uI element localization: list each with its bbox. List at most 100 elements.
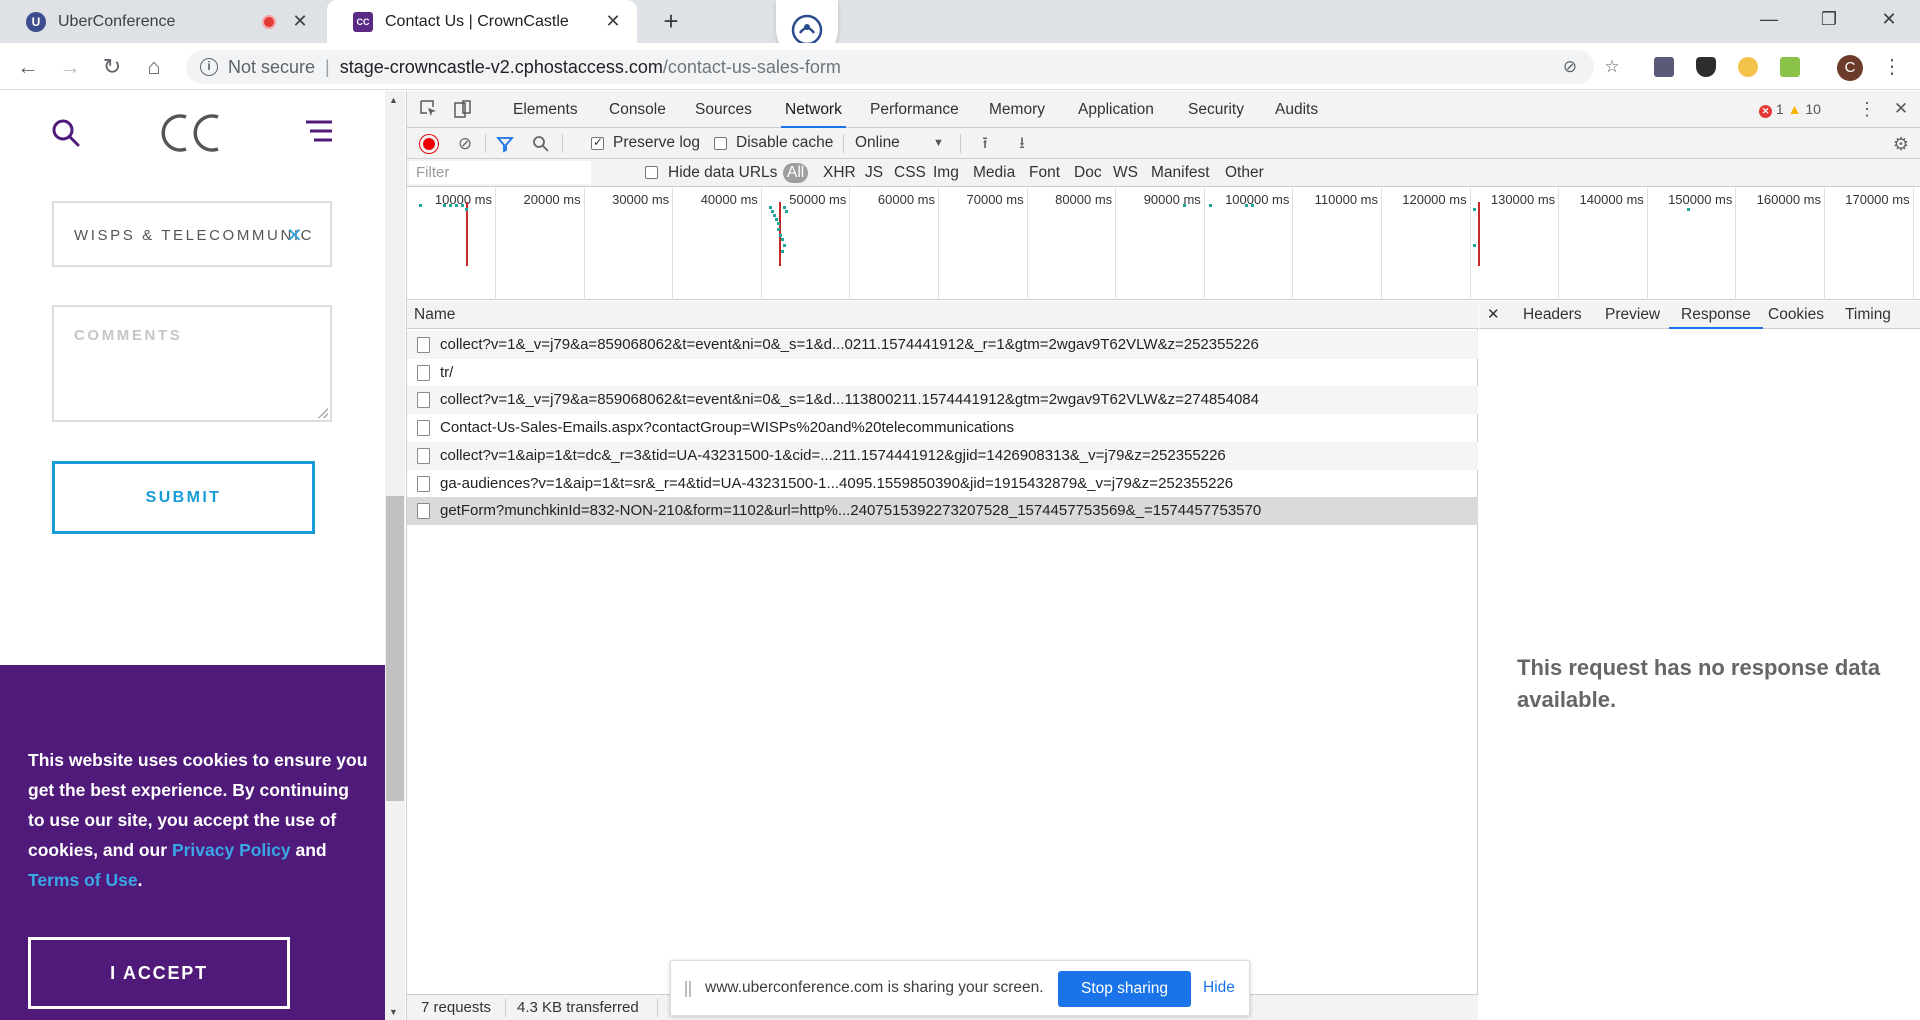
- filter-icon[interactable]: [495, 134, 515, 154]
- contact-group-select[interactable]: WISPS & TELECOMMUNIC ✕: [52, 201, 332, 267]
- tab-headers[interactable]: Headers: [1523, 301, 1582, 329]
- tab-security[interactable]: Security: [1188, 91, 1244, 128]
- record-icon[interactable]: [420, 135, 438, 153]
- accept-cookies-button[interactable]: I ACCEPT: [28, 937, 290, 1009]
- forward-arrow-icon[interactable]: →: [54, 51, 86, 83]
- filter-type-css[interactable]: CSS: [894, 163, 926, 183]
- search-icon[interactable]: [50, 117, 82, 149]
- tab-application[interactable]: Application: [1078, 91, 1154, 128]
- tab-audits[interactable]: Audits: [1275, 91, 1318, 128]
- tab-memory[interactable]: Memory: [989, 91, 1045, 128]
- name-column-header[interactable]: Name: [407, 301, 1478, 329]
- terms-of-use-link[interactable]: Terms of Use: [28, 870, 138, 890]
- disable-cache-checkbox[interactable]: [714, 137, 727, 150]
- info-icon[interactable]: i: [200, 58, 218, 76]
- shield-extension-icon[interactable]: [1696, 57, 1716, 77]
- throttling-select[interactable]: Online: [855, 134, 900, 152]
- filter-type-media[interactable]: Media: [973, 163, 1015, 183]
- filter-type-img[interactable]: Img: [933, 163, 959, 183]
- scroll-up-icon[interactable]: ▲: [389, 95, 398, 105]
- translate-blocked-icon[interactable]: ⊘: [1558, 55, 1582, 79]
- hide-data-urls-checkbox[interactable]: [645, 166, 658, 179]
- hamburger-menu-icon[interactable]: [304, 119, 334, 143]
- request-row[interactable]: collect?v=1&_v=j79&a=859068062&t=event&n…: [407, 386, 1478, 415]
- tab-cookies[interactable]: Cookies: [1768, 301, 1824, 329]
- file-icon: [417, 447, 430, 464]
- tab-uberconference[interactable]: U UberConference ✕: [0, 0, 324, 43]
- console-issue-counter[interactable]: ✕ 1 ▲ 10: [1759, 101, 1821, 118]
- devtools-menu-icon[interactable]: ⋮: [1857, 99, 1877, 119]
- bookmark-star-icon[interactable]: ☆: [1600, 55, 1624, 79]
- filter-type-doc[interactable]: Doc: [1074, 163, 1102, 183]
- minimize-window-icon[interactable]: —: [1746, 4, 1792, 34]
- request-name: collect?v=1&_v=j79&a=859068062&t=event&n…: [440, 391, 1259, 409]
- clear-selection-icon[interactable]: ✕: [286, 223, 303, 248]
- timeline-gridline: [1735, 188, 1737, 300]
- resize-handle-icon[interactable]: [318, 408, 328, 418]
- network-overview-timeline[interactable]: 10000 ms 20000 ms 30000 ms 40000 ms 50000 ms…: [407, 188, 1920, 300]
- filter-input[interactable]: Filter: [409, 161, 591, 184]
- tab-sources[interactable]: Sources: [695, 91, 752, 128]
- tab-contact-us[interactable]: CC Contact Us | CrownCastle ✕: [327, 0, 637, 43]
- close-window-icon[interactable]: ✕: [1866, 4, 1912, 34]
- stop-sharing-button[interactable]: Stop sharing: [1058, 971, 1191, 1007]
- tab-performance[interactable]: Performance: [870, 91, 959, 128]
- request-row[interactable]: getForm?munchkinId=832-NON-210&form=1102…: [407, 497, 1478, 526]
- cast-extension-icon[interactable]: [1780, 57, 1800, 77]
- device-toolbar-icon[interactable]: [453, 99, 473, 119]
- new-tab-button[interactable]: +: [656, 6, 686, 36]
- tab-response[interactable]: Response: [1669, 301, 1763, 329]
- close-tab-icon[interactable]: ✕: [290, 11, 310, 32]
- tab-console[interactable]: Console: [609, 91, 666, 128]
- extension-icon[interactable]: [1654, 57, 1674, 77]
- close-detail-icon[interactable]: ✕: [1487, 301, 1500, 329]
- address-bar[interactable]: i Not secure | stage-crowncastle-v2.cpho…: [186, 50, 1594, 84]
- tab-timing[interactable]: Timing: [1845, 301, 1891, 329]
- preserve-log-checkbox[interactable]: [591, 135, 604, 150]
- export-har-icon[interactable]: ⭳: [1012, 134, 1032, 154]
- search-icon[interactable]: [531, 134, 551, 154]
- profile-avatar[interactable]: C: [1837, 55, 1863, 81]
- home-icon[interactable]: ⌂: [138, 51, 170, 83]
- submit-button[interactable]: SUBMIT: [52, 461, 315, 534]
- filter-type-js[interactable]: JS: [865, 163, 883, 183]
- request-row[interactable]: ga-audiences?v=1&aip=1&t=sr&_r=4&tid=UA-…: [407, 470, 1478, 498]
- tab-preview[interactable]: Preview: [1605, 301, 1660, 329]
- tab-elements[interactable]: Elements: [513, 91, 578, 128]
- timeline-label: 40000 ms: [700, 192, 758, 207]
- close-devtools-icon[interactable]: ✕: [1891, 99, 1911, 119]
- scroll-down-icon[interactable]: ▼: [389, 1007, 398, 1017]
- clear-icon[interactable]: ⊘: [455, 134, 475, 154]
- close-tab-icon[interactable]: ✕: [603, 11, 623, 32]
- filter-type-manifest[interactable]: Manifest: [1151, 163, 1210, 183]
- tab-network[interactable]: Network: [781, 91, 846, 128]
- back-arrow-icon[interactable]: ←: [12, 51, 44, 83]
- browser-menu-icon[interactable]: ⋮: [1880, 53, 1904, 81]
- inspect-element-icon[interactable]: [419, 99, 439, 119]
- import-har-icon[interactable]: ⭱: [975, 134, 995, 154]
- comments-textarea[interactable]: COMMENTS: [52, 305, 332, 422]
- hide-button[interactable]: Hide: [1203, 979, 1235, 997]
- filter-type-font[interactable]: Font: [1029, 163, 1060, 183]
- load-event-marker: [1478, 202, 1480, 266]
- request-row[interactable]: collect?v=1&_v=j79&a=859068062&t=event&n…: [407, 331, 1478, 359]
- reload-icon[interactable]: ↻: [96, 51, 128, 83]
- honey-extension-icon[interactable]: [1738, 57, 1758, 77]
- filter-type-xhr[interactable]: XHR: [823, 163, 856, 183]
- crowncastle-logo[interactable]: [156, 109, 226, 157]
- request-row[interactable]: Contact-Us-Sales-Emails.aspx?contactGrou…: [407, 414, 1478, 442]
- chevron-down-icon[interactable]: ▼: [933, 137, 944, 149]
- filter-type-all[interactable]: All: [783, 163, 809, 183]
- privacy-policy-link[interactable]: Privacy Policy: [172, 840, 291, 860]
- request-mark: [773, 214, 776, 217]
- request-row[interactable]: collect?v=1&aip=1&t=dc&_r=3&tid=UA-43231…: [407, 441, 1478, 470]
- restore-window-icon[interactable]: ❐: [1806, 4, 1852, 34]
- drag-handle-icon[interactable]: [685, 981, 691, 997]
- scrollbar-thumb[interactable]: [386, 496, 404, 801]
- page-scrollbar[interactable]: ▲ ▼: [385, 91, 405, 1020]
- timeline-gridline: [760, 188, 762, 300]
- filter-type-ws[interactable]: WS: [1113, 163, 1138, 183]
- filter-type-other[interactable]: Other: [1225, 163, 1264, 183]
- gear-icon[interactable]: ⚙: [1891, 134, 1911, 154]
- request-row[interactable]: tr/: [407, 359, 1478, 387]
